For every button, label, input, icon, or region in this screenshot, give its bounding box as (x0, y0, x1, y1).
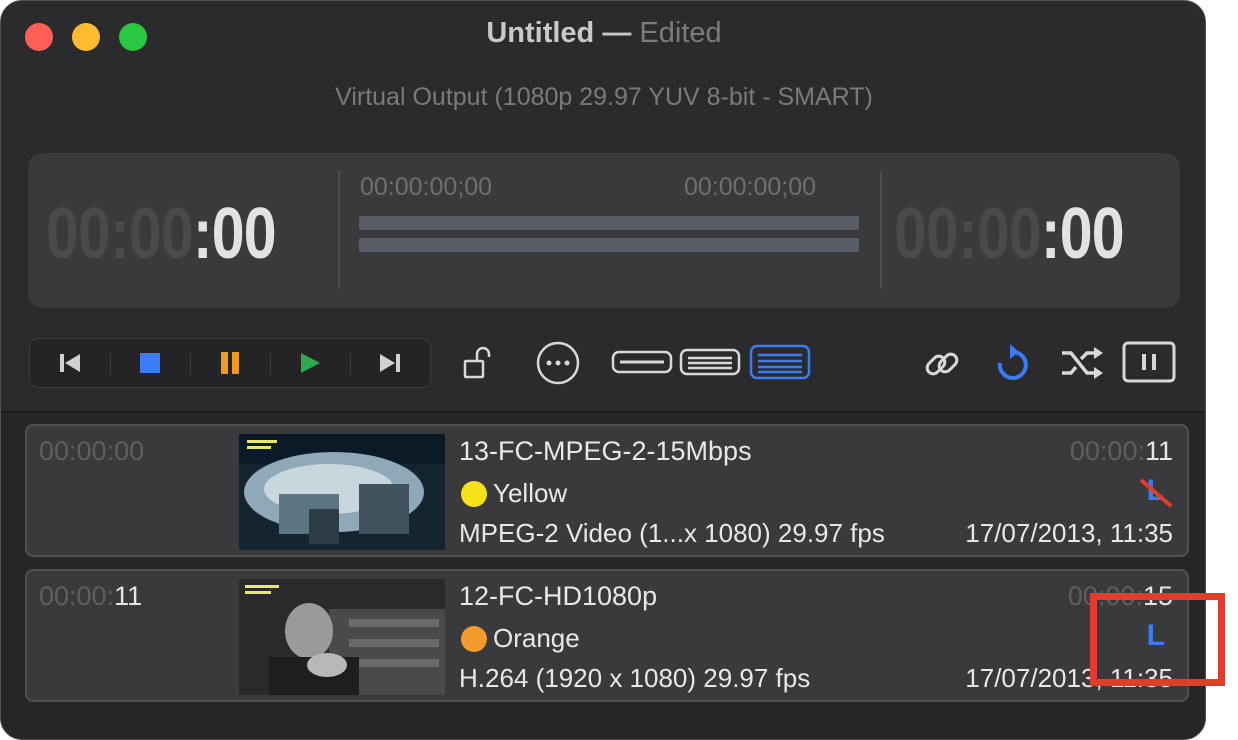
skip-back-icon (60, 354, 80, 372)
skip-back-button[interactable] (30, 339, 110, 387)
clip-thumbnail-image (239, 434, 445, 550)
clip-name: 12-FC-HD1080p (459, 581, 658, 611)
view-medium-button[interactable] (679, 347, 741, 377)
strike-icon (1139, 478, 1172, 508)
more-options-button[interactable] (533, 338, 583, 388)
clip-start-time: 00:00:00 (39, 436, 145, 466)
clip-thumbnail (239, 579, 445, 695)
window-title: Untitled — Edited (1, 17, 1205, 50)
clip-format-info: H.264 (1920 x 1080) 29.97 fps (459, 663, 811, 693)
view-large-button[interactable] (749, 343, 811, 381)
timecode-divider (338, 171, 340, 289)
clip-list[interactable]: 00:00:00 13-FC-MPEG-2-15Mbps Yellow MPEG… (1, 413, 1205, 739)
pause-icon (221, 352, 239, 374)
play-icon (301, 353, 320, 373)
clip-start-time: 00:00:11 (39, 581, 143, 611)
transport-controls (29, 338, 431, 388)
stop-button[interactable] (110, 339, 190, 387)
more-icon (536, 341, 580, 385)
clip-format-info: MPEG-2 Video (1...x 1080) 29.97 fps (459, 518, 885, 548)
repeat-button[interactable] (989, 339, 1035, 387)
link-icon (925, 352, 959, 376)
view-small-icon (611, 350, 673, 374)
output-format[interactable]: Virtual Output (1080p 29.97 YUV 8-bit - … (1, 83, 1205, 112)
edited-status: Edited (639, 17, 722, 49)
skip-forward-icon (380, 354, 400, 372)
clip-date: 17/07/2013, 11:35 (965, 518, 1173, 548)
document-name: Untitled (486, 17, 595, 49)
view-medium-icon (679, 348, 741, 376)
shuffle-button[interactable] (1057, 341, 1107, 385)
repeat-icon (997, 344, 1028, 380)
link-button[interactable] (919, 341, 965, 387)
timecode-divider (880, 171, 882, 289)
clip-thumbnail-image (239, 579, 445, 695)
view-small-button[interactable] (611, 347, 673, 377)
remaining-timecode: 00:00:00 (894, 194, 1125, 274)
out-point-timecode: 00:00:00;00 (684, 173, 817, 201)
play-button[interactable] (270, 339, 350, 387)
shuffle-icon (1062, 347, 1103, 379)
stop-icon (140, 353, 160, 373)
clip-color-label: Yellow (461, 478, 567, 509)
annotation-highlight-box (1090, 593, 1225, 686)
app-window: Untitled — Edited Virtual Output (1080p … (0, 0, 1206, 740)
pause-box-icon (1122, 341, 1176, 383)
title-separator: — (602, 17, 632, 49)
loop-badge-disabled[interactable]: L (1139, 474, 1172, 508)
clip-color-label: Orange (461, 623, 580, 654)
clip-duration: 00:00:11 (1069, 436, 1173, 466)
clip-row[interactable]: 00:00:00 13-FC-MPEG-2-15Mbps Yellow MPEG… (25, 424, 1189, 557)
color-dot-icon (461, 625, 487, 652)
unlock-icon (463, 346, 491, 379)
pause-button[interactable] (190, 339, 270, 387)
progress-bar[interactable] (359, 216, 859, 230)
timecode-panel: 00:00:00 00:00:00;00 00:00:00;00 00:00:0… (28, 153, 1180, 308)
clip-name: 13-FC-MPEG-2-15Mbps (459, 436, 752, 466)
current-timecode: 00:00:00 (46, 194, 277, 274)
view-large-icon (749, 344, 811, 380)
lock-toggle-button[interactable] (459, 341, 495, 385)
clip-row[interactable]: 00:00:11 12-FC-HD1080p Orange H.264 (192… (25, 569, 1189, 702)
clip-thumbnail (239, 434, 445, 550)
skip-forward-button[interactable] (350, 339, 430, 387)
color-dot-icon (461, 480, 487, 507)
pause-box-button[interactable] (1119, 339, 1179, 385)
in-point-timecode: 00:00:00;00 (360, 173, 493, 201)
progress-bar-secondary[interactable] (359, 238, 859, 252)
